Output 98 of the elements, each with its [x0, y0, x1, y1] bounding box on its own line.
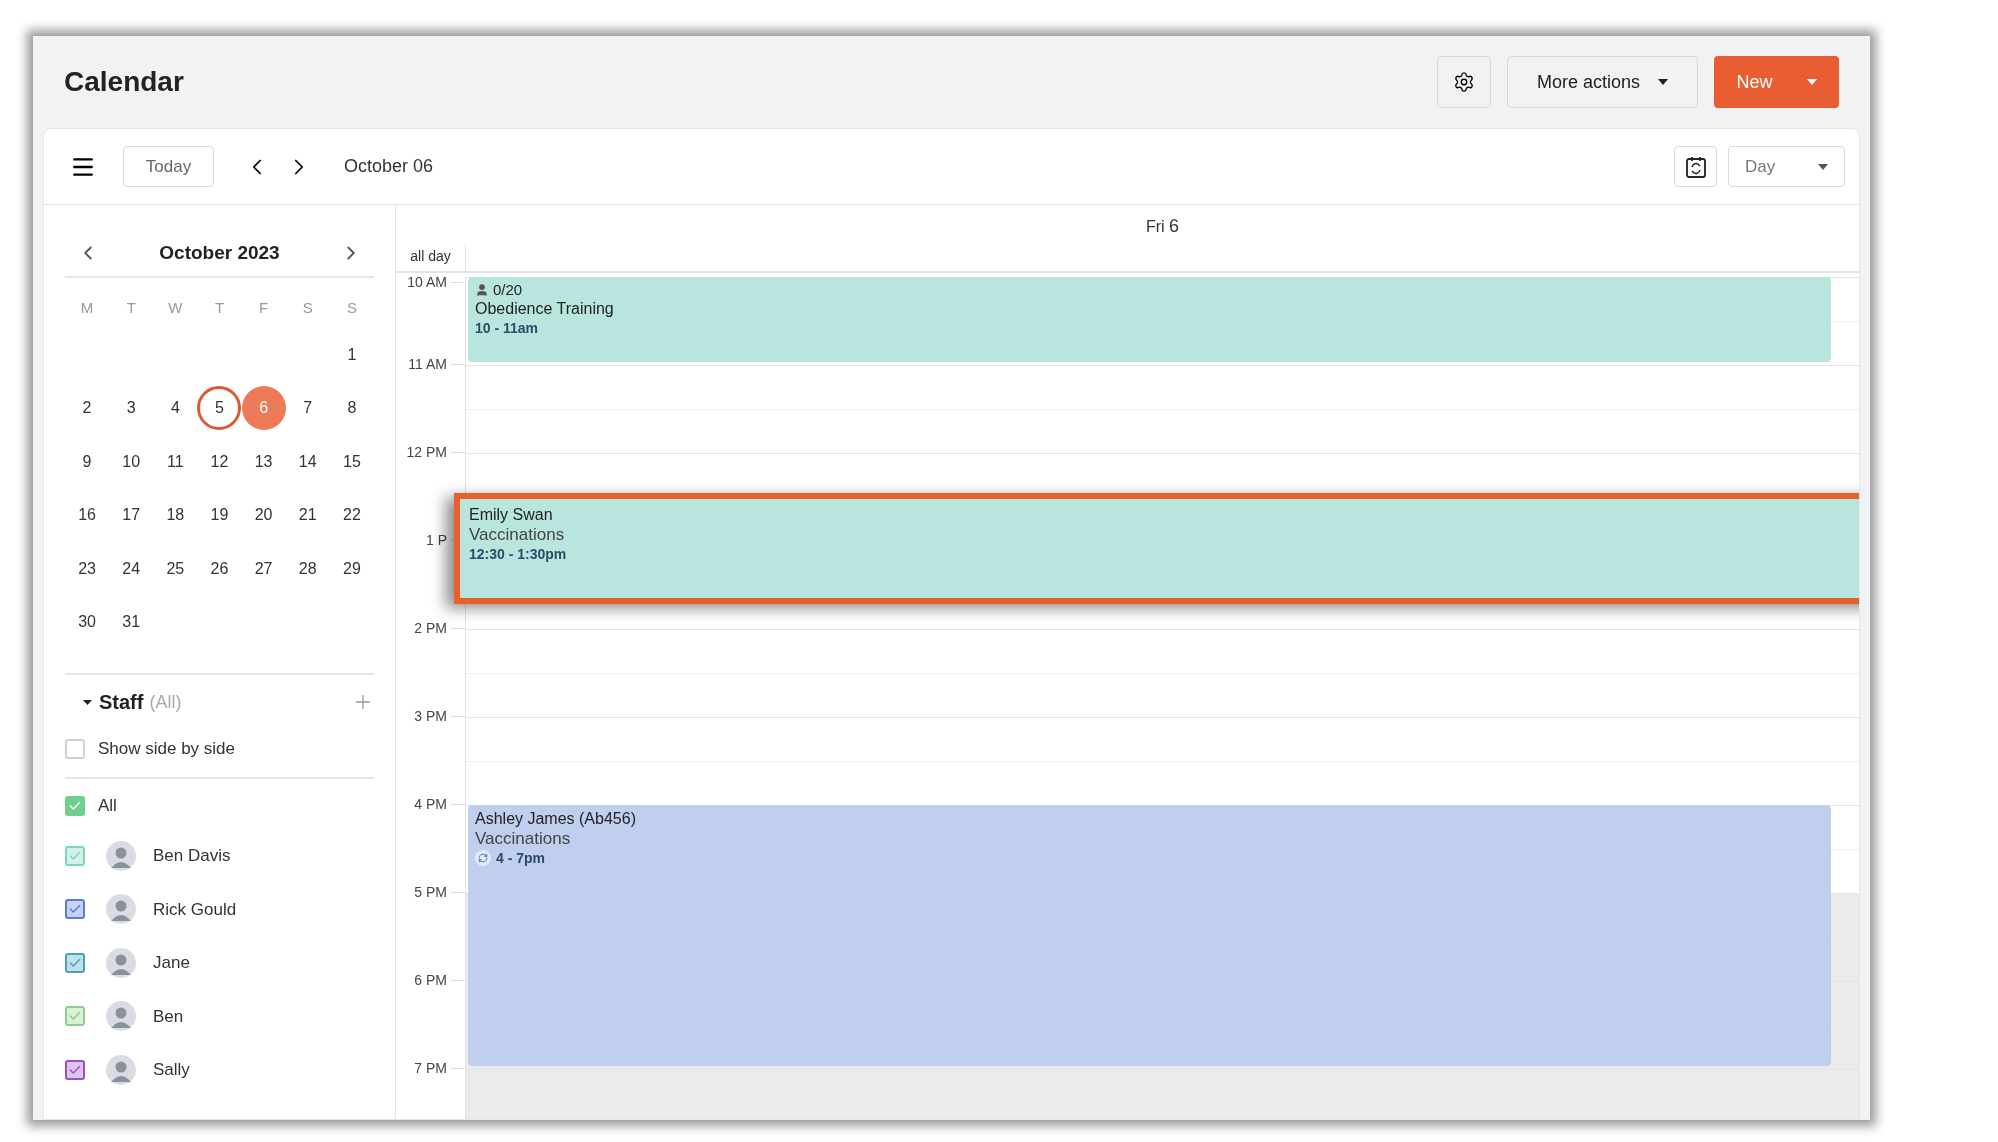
calendar-day[interactable]: 27: [241, 546, 286, 591]
avatar-icon: [106, 1054, 136, 1085]
event-time: 10 - 11am: [475, 319, 539, 337]
month-title: October 2023: [159, 240, 280, 265]
caret-icon: [1658, 79, 1668, 85]
staff-heading: Staff: [99, 690, 144, 715]
hour-label: 2 PM: [414, 619, 448, 637]
weekday-label: W: [168, 297, 183, 318]
caret-icon: [1818, 163, 1828, 170]
settings-icon: [1453, 71, 1475, 93]
calendar-day[interactable]: 16: [65, 493, 110, 538]
staff-name: Ben Davis: [153, 845, 231, 867]
checkbox[interactable]: [65, 845, 85, 866]
event-client: Emily Swan: [469, 505, 554, 525]
calendar-sync-icon: [1684, 154, 1707, 179]
weekday-label: S: [346, 297, 357, 318]
weekday-label: T: [214, 297, 225, 318]
avatar-icon: [106, 1001, 136, 1032]
today-button[interactable]: Today: [123, 146, 214, 187]
calendar-day[interactable]: 4: [153, 386, 198, 431]
highlighted-event[interactable]: Emily Swan Vaccinations 12:30 - 1:30pm: [454, 493, 1859, 604]
hour-label: 6 PM: [414, 971, 448, 989]
checkbox[interactable]: [65, 1006, 85, 1027]
event-time: 4 - 7pm: [496, 849, 545, 867]
calendar-day[interactable]: 26: [197, 546, 242, 591]
calendar-day[interactable]: 3: [109, 386, 154, 431]
calendar-day[interactable]: 2: [65, 386, 110, 431]
view-select[interactable]: Day: [1728, 146, 1845, 187]
calendar-day[interactable]: 30: [65, 600, 110, 645]
caret-icon: [1806, 79, 1817, 85]
event-client: Ashley James (Ab456): [475, 809, 637, 829]
calendar-day[interactable]: 23: [65, 546, 110, 591]
checkbox-label: Show side by side: [98, 738, 236, 761]
more-actions-button[interactable]: More actions: [1507, 56, 1698, 108]
calendar-day[interactable]: 12: [197, 439, 242, 484]
staff-name: Jane: [153, 952, 190, 974]
calendar-event[interactable]: 0/20 Obedience Training 10 - 11am: [468, 277, 1831, 362]
calendar-day[interactable]: 22: [329, 493, 374, 538]
calendar-day[interactable]: 31: [109, 600, 154, 645]
calendar-day[interactable]: 24: [109, 546, 154, 591]
page-title: Calendar: [64, 65, 184, 99]
hour-label: 10 AM: [407, 273, 448, 291]
hour-label: 4 PM: [414, 795, 448, 813]
hour-label: 3 PM: [414, 707, 448, 725]
event-time: 12:30 - 1:30pm: [469, 545, 567, 563]
avatar-icon: [106, 894, 136, 925]
all-day-label: all day: [410, 247, 451, 266]
weekday-label: T: [126, 297, 136, 318]
checkbox[interactable]: [65, 952, 85, 973]
hour-label: 11 AM: [408, 355, 448, 373]
weekday-label: F: [259, 297, 269, 318]
hour-label: 5 PM: [414, 883, 448, 901]
hour-label: 7 PM: [414, 1059, 448, 1077]
calendar-day[interactable]: 9: [65, 439, 110, 484]
checkbox[interactable]: [65, 1059, 85, 1080]
weekday-label: M: [80, 297, 94, 318]
calendar-sync-button[interactable]: [1674, 146, 1717, 187]
calendar-day[interactable]: 7: [285, 386, 330, 431]
calendar-day[interactable]: 10: [109, 439, 154, 484]
avatar-icon: [106, 840, 136, 871]
staff-filter: (All): [149, 690, 182, 714]
check-icon: [68, 799, 82, 813]
person-icon: [475, 283, 489, 297]
current-date: October 06: [344, 155, 434, 178]
event-title: Vaccinations: [469, 525, 566, 545]
calendar-day[interactable]: 1: [329, 332, 374, 377]
checkbox[interactable]: [65, 899, 85, 920]
calendar-day[interactable]: 13: [241, 439, 286, 484]
calendar-day[interactable]: 20: [241, 493, 286, 538]
checkbox[interactable]: [65, 796, 85, 816]
calendar-day[interactable]: 25: [153, 546, 198, 591]
collapse-toggle[interactable]: [83, 699, 93, 705]
calendar-day[interactable]: 8: [329, 386, 374, 431]
checkbox-label: All: [98, 795, 117, 818]
staff-name: Sally: [153, 1059, 190, 1081]
calendar-day[interactable]: 11: [153, 439, 198, 484]
weekday-label: S: [302, 297, 313, 318]
staff-name: Ben: [153, 1005, 184, 1028]
calendar-day[interactable]: 14: [285, 439, 330, 484]
event-count: 0/20: [493, 281, 523, 299]
calendar-day[interactable]: 29: [329, 546, 374, 591]
event-title: Obedience Training: [475, 299, 615, 319]
calendar-event[interactable]: Ashley James (Ab456) Vaccinations 4 - 7pm: [468, 805, 1831, 1066]
hour-label: 12 PM: [406, 443, 448, 461]
settings-button[interactable]: [1437, 56, 1491, 108]
hour-label: 1 P: [426, 531, 448, 549]
event-title: Vaccinations: [475, 829, 572, 849]
calendar-day[interactable]: 21: [285, 493, 330, 538]
calendar-day[interactable]: 18: [153, 493, 198, 538]
calendar-day[interactable]: 15: [329, 439, 374, 484]
staff-name: Rick Gould: [153, 898, 237, 921]
calendar-day[interactable]: 17: [109, 493, 154, 538]
day-heading: Fri 6: [1145, 215, 1180, 238]
avatar-icon: [106, 947, 136, 978]
calendar-day[interactable]: 28: [285, 546, 330, 591]
calendar-day[interactable]: 19: [197, 493, 242, 538]
calendar-day[interactable]: 5: [197, 386, 242, 431]
recurring-icon: [475, 850, 491, 866]
